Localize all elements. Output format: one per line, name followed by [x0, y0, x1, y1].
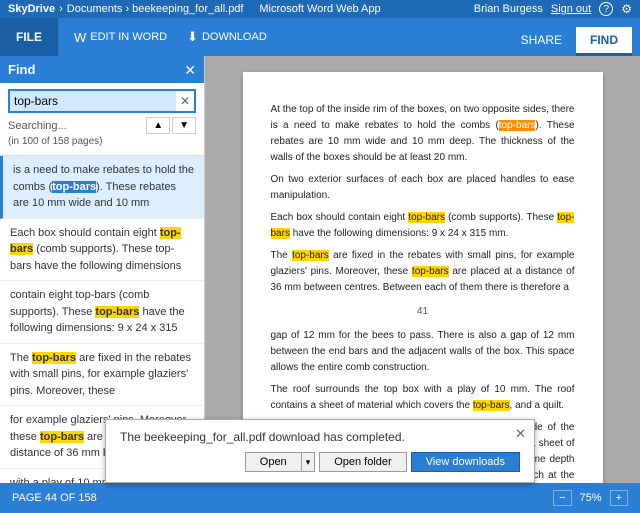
result-text-1: is a need to make rebates to hold the co… — [13, 164, 194, 209]
find-panel-header: Find ✕ — [0, 56, 204, 83]
file-button[interactable]: FILE — [0, 18, 58, 56]
find-prev-button[interactable]: ▲ — [146, 117, 170, 134]
find-nav-row: Searching... ▲ ▼ — [8, 117, 196, 134]
user-name: Brian Burgess — [474, 3, 543, 15]
find-close-button[interactable]: ✕ — [184, 63, 196, 77]
download-icon: ⬇ — [187, 29, 198, 45]
tab-find-label: FIND — [590, 33, 618, 47]
notif-message: The beekeeping_for_all.pdf download has … — [120, 430, 520, 444]
find-searching: Searching... — [8, 120, 144, 132]
doc-para-4: The top-bars are fixed in the rebates wi… — [271, 248, 575, 296]
page-number: 41 — [271, 304, 575, 320]
ribbon: FILE W EDIT IN WORD ⬇ DOWNLOAD SHARE FIN… — [0, 18, 640, 56]
ribbon-tabs: SHARE FIND — [499, 18, 640, 56]
zoom-out-button[interactable]: − — [553, 490, 571, 506]
word-icon: W — [74, 30, 86, 45]
download-label: DOWNLOAD — [202, 31, 267, 43]
status-left: PAGE 44 OF 158 — [12, 492, 97, 504]
help-icon[interactable]: ? — [599, 2, 613, 16]
edit-in-word-button[interactable]: W EDIT IN WORD — [66, 26, 175, 49]
status-bar: PAGE 44 OF 158 − 75% + — [0, 483, 640, 513]
status-right: − 75% + — [553, 490, 628, 506]
ribbon-actions: W EDIT IN WORD ⬇ DOWNLOAD — [58, 18, 283, 56]
doc-para-1: At the top of the inside rim of the boxe… — [271, 102, 575, 166]
open-btn-group: Open ▾ — [245, 452, 315, 472]
result-text-3: contain eight top-bars (comb supports). … — [10, 289, 185, 334]
view-downloads-button[interactable]: View downloads — [411, 452, 520, 472]
brand-logo[interactable]: SkyDrive — [8, 3, 55, 15]
zoom-in-button[interactable]: + — [610, 490, 628, 506]
result-text-2: Each box should contain eight top-bars (… — [10, 227, 181, 272]
tab-find[interactable]: FIND — [576, 27, 632, 56]
find-input[interactable] — [10, 91, 176, 111]
open-dropdown-arrow[interactable]: ▾ — [302, 452, 316, 472]
edit-in-word-label: EDIT IN WORD — [90, 31, 167, 43]
doc-para-3: Each box should contain eight top-bars (… — [271, 210, 575, 242]
tab-share-label: SHARE — [521, 33, 562, 47]
find-next-button[interactable]: ▼ — [172, 117, 196, 134]
notif-close-button[interactable]: ✕ — [515, 426, 526, 442]
top-bar: SkyDrive › Documents › beekeeping_for_al… — [0, 0, 640, 18]
find-result-item[interactable]: contain eight top-bars (comb supports). … — [0, 281, 204, 344]
download-notification: ✕ The beekeeping_for_all.pdf download ha… — [105, 419, 535, 483]
find-clear-button[interactable]: ✕ — [176, 94, 194, 108]
find-status: (in 100 of 158 pages) — [8, 134, 196, 149]
doc-para-6: The roof surrounds the top box with a pl… — [271, 382, 575, 414]
find-title: Find — [8, 62, 35, 77]
tab-share[interactable]: SHARE — [507, 27, 576, 56]
signout-link[interactable]: Sign out — [551, 3, 591, 15]
find-result-item[interactable]: is a need to make rebates to hold the co… — [0, 156, 204, 219]
app-title: Microsoft Word Web App — [259, 3, 380, 15]
result-text-4: The top-bars are fixed in the rebates wi… — [10, 352, 191, 397]
find-input-row: ✕ — [8, 89, 196, 113]
breadcrumb: Documents › beekeeping_for_all.pdf — [67, 3, 244, 15]
settings-icon[interactable]: ⚙ — [621, 2, 632, 16]
find-result-item[interactable]: The top-bars are fixed in the rebates wi… — [0, 344, 204, 407]
find-result-item[interactable]: Each box should contain eight top-bars (… — [0, 219, 204, 282]
open-folder-button[interactable]: Open folder — [319, 452, 406, 472]
breadcrumb-area: SkyDrive › Documents › beekeeping_for_al… — [8, 3, 244, 15]
find-search-area: ✕ Searching... ▲ ▼ (in 100 of 158 pages) — [0, 83, 204, 156]
doc-para-5: gap of 12 mm for the bees to pass. There… — [271, 328, 575, 376]
breadcrumb-separator: › — [59, 3, 63, 15]
open-button[interactable]: Open — [245, 452, 302, 472]
doc-para-2: On two exterior surfaces of each box are… — [271, 172, 575, 204]
download-button[interactable]: ⬇ DOWNLOAD — [179, 25, 275, 49]
notif-actions: Open ▾ Open folder View downloads — [120, 452, 520, 472]
zoom-level: 75% — [580, 492, 602, 504]
user-area: Brian Burgess Sign out ? ⚙ — [474, 2, 632, 16]
page-info: PAGE 44 OF 158 — [12, 492, 97, 504]
